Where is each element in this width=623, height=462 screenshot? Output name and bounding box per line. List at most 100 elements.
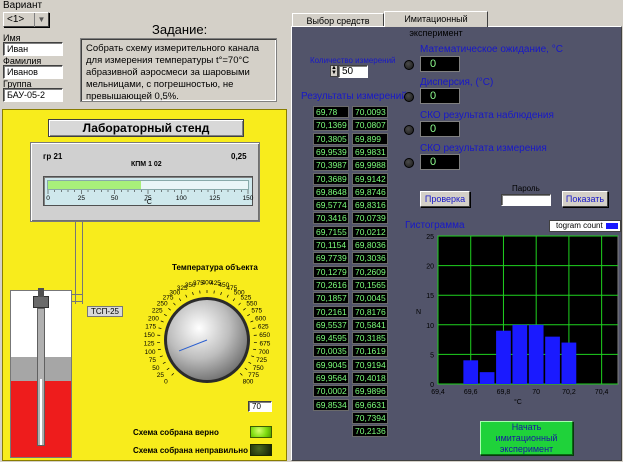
instrument-model: КПМ 1 02 (131, 161, 162, 168)
result-value: 70,3987 (313, 159, 349, 172)
result-value: 70,0002 (313, 385, 349, 398)
histogram-y-tick-label: 0 (430, 382, 434, 389)
knob-tick (157, 348, 161, 351)
histogram-bar (545, 336, 560, 384)
instrument-track (47, 180, 249, 190)
knob-tick-label: 750 (253, 365, 264, 372)
result-value: 70,3036 (352, 252, 388, 265)
stat-led-mean (404, 60, 414, 70)
result-value: 69,6631 (352, 398, 388, 411)
knob-tick-label: 75 (149, 357, 157, 364)
result-value: 70,1565 (352, 278, 388, 291)
result-value: 70,2161 (313, 305, 349, 318)
name-field[interactable]: Иван (3, 42, 63, 56)
instrument-panel: гр 21 0,25 КПМ 1 02 0 25 50 75 100 125 150 °С (30, 142, 260, 222)
tab-select-instruments[interactable]: Выбор средств измерения (292, 13, 384, 40)
knob-tick (238, 302, 241, 306)
histogram-bar (463, 360, 479, 384)
result-value: 70,2609 (352, 265, 388, 278)
knob-tick (162, 361, 166, 364)
stat-value-sko-obs: 0 (420, 121, 460, 137)
password-label: Пароль (512, 184, 540, 193)
histogram-legend-label: togram count (556, 221, 603, 230)
count-input[interactable]: 50 (338, 65, 368, 78)
start-simulation-button[interactable]: Начать имитационный эксперимент (480, 421, 573, 455)
result-value: 70,4018 (352, 372, 388, 384)
knob-tick (173, 302, 176, 306)
knob-tick (192, 292, 194, 296)
knob-tick-label: 700 (258, 349, 269, 356)
chevron-down-icon[interactable]: ▼ (34, 12, 48, 27)
result-value: 70,2616 (313, 278, 349, 291)
count-stepper[interactable]: ▲ ▼ (330, 65, 338, 77)
status-bad-led (250, 444, 272, 456)
knob-tick (158, 327, 162, 329)
status-ok-label: Схема собрана верно (133, 428, 219, 437)
result-value: 70,1369 (313, 119, 349, 132)
tab-simulation[interactable]: Имитационный эксперимент (384, 11, 488, 38)
result-value: 69,7155 (313, 225, 349, 238)
knob-tick-label: 225 (152, 308, 163, 315)
knob-value-input[interactable]: 70 (248, 401, 272, 412)
instrument-tick-label: 100 (176, 195, 187, 202)
result-value: 69,9564 (313, 372, 349, 384)
histogram-x-tick-label: 70,2 (562, 389, 576, 396)
show-button[interactable]: Показать (562, 191, 608, 207)
histogram-chart: 69,4 69,6 69,8 70 70,2 70,4 0 5 10 15 20 25 °С N (416, 234, 619, 406)
result-value: 70,1279 (313, 265, 349, 278)
result-value: 69,8648 (313, 185, 349, 198)
variant-value: <1> (7, 14, 25, 25)
histogram-y-tick-label: 5 (430, 352, 434, 359)
stat-led-variance (404, 92, 414, 102)
knob-tick-label: 200 (148, 315, 159, 322)
result-value: 69,8746 (352, 185, 388, 198)
result-value: 69,9142 (352, 172, 388, 185)
result-value: 70,0035 (313, 345, 349, 358)
knob-tick-label: 125 (144, 340, 155, 347)
group-field[interactable]: БАУ-05-2 (3, 88, 63, 102)
knob-tick (160, 320, 164, 323)
histogram-bar (496, 330, 511, 384)
knob-tick-label: 675 (260, 340, 271, 347)
result-value: 69,4595 (313, 332, 349, 345)
histogram-legend-swatch (606, 223, 618, 229)
knob-tick-label: 800 (243, 379, 254, 386)
temperature-knob[interactable]: 0255075100125150175200225250275300325350… (132, 272, 282, 397)
surname-field[interactable]: Иванов (3, 65, 63, 79)
histogram-x-tick-label: 70 (532, 389, 540, 396)
results-label: Результаты измерений (301, 91, 407, 102)
result-value: 69,9896 (352, 385, 388, 398)
knob-tick (171, 372, 175, 376)
knob-tick (243, 308, 246, 311)
result-value: 70,1154 (313, 239, 349, 251)
result-value: 70,8176 (352, 305, 388, 318)
result-value: 69,8534 (313, 398, 349, 411)
sensor-head (33, 296, 49, 308)
knob-tick-label: 625 (258, 323, 269, 330)
knob-tick (185, 294, 188, 298)
histogram-y-axis-label: N (416, 309, 421, 316)
variant-select[interactable]: <1> ▼ (3, 12, 49, 27)
password-input[interactable] (501, 194, 551, 206)
stat-led-sko-obs (404, 125, 414, 135)
check-button[interactable]: Проверка (420, 191, 470, 207)
sensor-rod (37, 308, 45, 446)
result-value: 70,9194 (352, 358, 388, 371)
stat-label-sko-obs: СКО результата наблюдения (420, 110, 554, 121)
result-value: 70,0739 (352, 212, 388, 225)
knob-tick (239, 372, 243, 376)
instrument-tick-label: 150 (243, 195, 254, 202)
histogram-y-tick-label: 25 (426, 234, 434, 241)
knob-tick (178, 298, 182, 302)
result-value: 69,7739 (313, 252, 349, 265)
result-value: 69,9831 (352, 145, 388, 158)
stat-value-sko-meas: 0 (420, 154, 460, 170)
histogram-x-tick-label: 70,4 (595, 389, 609, 396)
knob-tick (251, 355, 255, 358)
histogram-x-tick-label: 69,6 (464, 389, 478, 396)
result-value: 70,1619 (352, 345, 388, 358)
stat-value-mean: 0 (420, 56, 460, 72)
knob-tick (163, 313, 167, 317)
result-value: 70,3689 (313, 172, 349, 185)
instrument-unit: °С (144, 199, 152, 206)
